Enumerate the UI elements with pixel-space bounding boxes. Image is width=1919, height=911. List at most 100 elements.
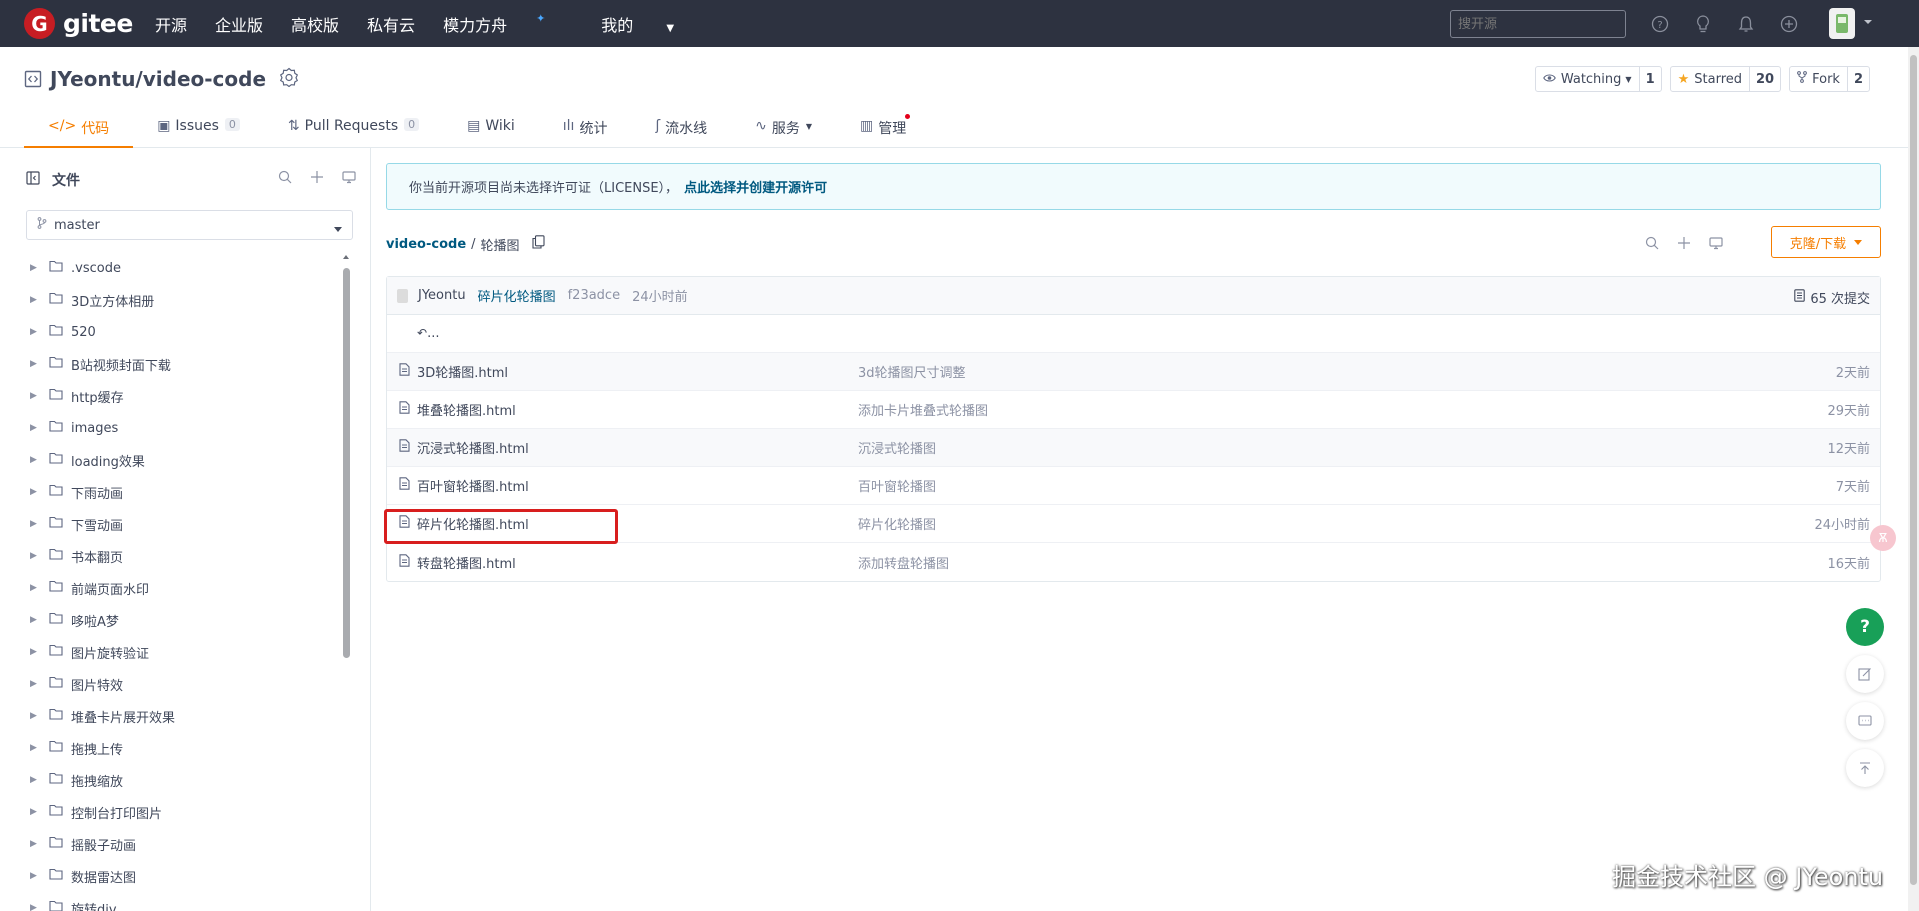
- file-commit-message[interactable]: 添加卡片堆叠式轮播图: [858, 400, 988, 419]
- tab-services[interactable]: ∿ 服务 ▼: [731, 113, 836, 148]
- clone-download-button[interactable]: 克隆/下载: [1771, 226, 1881, 258]
- file-row[interactable]: 百叶窗轮播图.html 百叶窗轮播图 7天前: [387, 467, 1880, 505]
- nav-mine[interactable]: 我的 ▼: [601, 12, 674, 36]
- tree-folder-item[interactable]: ▶ loading效果: [30, 444, 340, 476]
- tree-folder-item[interactable]: ▶ 图片旋转验证: [30, 636, 340, 668]
- file-name-cell[interactable]: 转盘轮播图.html: [399, 553, 516, 572]
- tree-item-label: B站视频封面下载: [71, 358, 171, 374]
- file-commit-message[interactable]: 3d轮播图尺寸调整: [858, 362, 966, 381]
- file-row[interactable]: 堆叠轮播图.html 添加卡片堆叠式轮播图 29天前: [387, 391, 1880, 429]
- tab-pull-requests[interactable]: ⇅ Pull Requests 0: [264, 113, 443, 148]
- edit-icon[interactable]: [1846, 655, 1884, 693]
- page-scrollbar[interactable]: [1908, 47, 1919, 911]
- lightbulb-icon[interactable]: [1691, 12, 1715, 36]
- tree-folder-item[interactable]: ▶ 520: [30, 316, 340, 348]
- commit-sha[interactable]: f23adce: [568, 288, 620, 303]
- search-icon[interactable]: [278, 170, 292, 188]
- file-name-cell[interactable]: 沉浸式轮播图.html: [399, 438, 529, 457]
- search-input[interactable]: [1450, 10, 1626, 38]
- tab-pipeline[interactable]: ʃ 流水线: [631, 113, 731, 148]
- tree-folder-item[interactable]: ▶ 书本翻页: [30, 540, 340, 572]
- file-commit-message[interactable]: 碎片化轮播图: [858, 514, 936, 533]
- tree-folder-item[interactable]: ▶ 前端页面水印: [30, 572, 340, 604]
- author-avatar[interactable]: [397, 288, 408, 303]
- file-name-cell[interactable]: 百叶窗轮播图.html: [399, 476, 529, 495]
- logo-text: gitee: [63, 9, 133, 38]
- monitor-icon[interactable]: [342, 170, 356, 188]
- tree-folder-item[interactable]: ▶ 下雨动画: [30, 476, 340, 508]
- help-icon[interactable]: ?: [1648, 12, 1672, 36]
- tab-issues[interactable]: ▣ Issues 0: [133, 113, 264, 148]
- monitor-icon[interactable]: [1709, 236, 1723, 254]
- file-row[interactable]: 转盘轮播图.html 添加转盘轮播图 16天前: [387, 543, 1880, 581]
- tab-stats[interactable]: ılı 统计: [539, 113, 632, 148]
- folder-icon: [49, 900, 63, 911]
- nav-open-source[interactable]: 开源: [155, 12, 187, 36]
- back-to-top-icon[interactable]: [1846, 749, 1884, 787]
- license-link[interactable]: 点此选择并创建开源许可: [684, 177, 827, 196]
- nav-enterprise[interactable]: 企业版: [215, 12, 263, 36]
- star-count[interactable]: 20: [1749, 67, 1780, 91]
- plus-icon[interactable]: [1677, 236, 1691, 254]
- help-button[interactable]: ?: [1846, 608, 1884, 646]
- floating-avatar[interactable]: Ѫ: [1870, 525, 1896, 551]
- repo-name[interactable]: JYeontu/video-code: [50, 67, 266, 91]
- star-button[interactable]: ★ Starred 20: [1669, 66, 1782, 92]
- nav-private-cloud[interactable]: 私有云: [367, 12, 415, 36]
- certified-badge-icon[interactable]: [279, 67, 299, 91]
- file-row[interactable]: 沉浸式轮播图.html 沉浸式轮播图 12天前: [387, 429, 1880, 467]
- commit-message[interactable]: 碎片化轮播图: [478, 286, 556, 305]
- sidebar-toggle-icon[interactable]: [26, 171, 40, 189]
- sidebar-scroll-thumb[interactable]: [343, 268, 350, 658]
- branch-select[interactable]: master: [26, 210, 353, 240]
- tree-folder-item[interactable]: ▶ http缓存: [30, 380, 340, 412]
- tree-folder-item[interactable]: ▶ B站视频封面下载: [30, 348, 340, 380]
- tree-folder-item[interactable]: ▶ 控制台打印图片: [30, 796, 340, 828]
- tree-folder-item[interactable]: ▶ 堆叠卡片展开效果: [30, 700, 340, 732]
- tree-folder-item[interactable]: ▶ 3D立方体相册: [30, 284, 340, 316]
- tree-folder-item[interactable]: ▶ 图片特效: [30, 668, 340, 700]
- commit-author[interactable]: JYeontu: [418, 288, 466, 303]
- plus-circle-icon[interactable]: [1777, 12, 1801, 36]
- file-commit-message[interactable]: 沉浸式轮播图: [858, 438, 936, 457]
- tree-folder-item[interactable]: ▶ .vscode: [30, 252, 340, 284]
- tree-folder-item[interactable]: ▶ 哆啦A梦: [30, 604, 340, 636]
- tab-wiki[interactable]: ▤ Wiki: [443, 113, 539, 148]
- bell-icon[interactable]: [1734, 12, 1758, 36]
- parent-dir-row[interactable]: ↶...: [387, 315, 1880, 353]
- commit-count[interactable]: 65 次提交: [1794, 288, 1870, 307]
- tree-folder-item[interactable]: ▶ images: [30, 412, 340, 444]
- breadcrumb-root[interactable]: video-code: [386, 237, 466, 252]
- watch-count[interactable]: 1: [1638, 67, 1661, 91]
- gitee-logo[interactable]: G gitee: [24, 8, 133, 39]
- fork-count[interactable]: 2: [1846, 67, 1869, 91]
- tree-folder-item[interactable]: ▶ 摇骰子动画: [30, 828, 340, 860]
- notification-dot: [905, 114, 911, 119]
- breadcrumb-separator: /: [471, 236, 476, 252]
- tree-folder-item[interactable]: ▶ 拖拽上传: [30, 732, 340, 764]
- chat-icon[interactable]: [1846, 702, 1884, 740]
- file-commit-message[interactable]: 添加转盘轮播图: [858, 553, 949, 572]
- plus-icon[interactable]: [310, 170, 324, 188]
- tree-folder-item[interactable]: ▶ 下雪动画: [30, 508, 340, 540]
- tree-folder-item[interactable]: ▶ 拖拽缩放: [30, 764, 340, 796]
- copy-icon[interactable]: [531, 235, 545, 253]
- nav-education[interactable]: 高校版: [291, 12, 339, 36]
- fork-button[interactable]: Fork 2: [1789, 66, 1870, 92]
- watch-button[interactable]: Watching ▼ 1: [1534, 66, 1662, 92]
- page-scroll-thumb[interactable]: [1910, 55, 1917, 885]
- file-icon: [1794, 289, 1806, 306]
- file-commit-message[interactable]: 百叶窗轮播图: [858, 476, 936, 495]
- file-name-cell[interactable]: 堆叠轮播图.html: [399, 400, 516, 419]
- file-name-cell[interactable]: 3D轮播图.html: [399, 362, 508, 381]
- tree-folder-item[interactable]: ▶ 旋转div: [30, 892, 340, 911]
- nav-moli[interactable]: 模力方舟 ✦: [443, 12, 573, 36]
- tab-manage[interactable]: ▥ 管理: [836, 113, 930, 148]
- file-row[interactable]: 3D轮播图.html 3d轮播图尺寸调整 2天前: [387, 353, 1880, 391]
- tab-code[interactable]: </> 代码: [24, 113, 134, 148]
- parent-dir[interactable]: ↶...: [417, 326, 439, 341]
- search-icon[interactable]: [1645, 236, 1659, 254]
- caret-down-icon[interactable]: [1863, 16, 1873, 31]
- user-avatar[interactable]: [1829, 8, 1855, 39]
- tree-folder-item[interactable]: ▶ 数据雷达图: [30, 860, 340, 892]
